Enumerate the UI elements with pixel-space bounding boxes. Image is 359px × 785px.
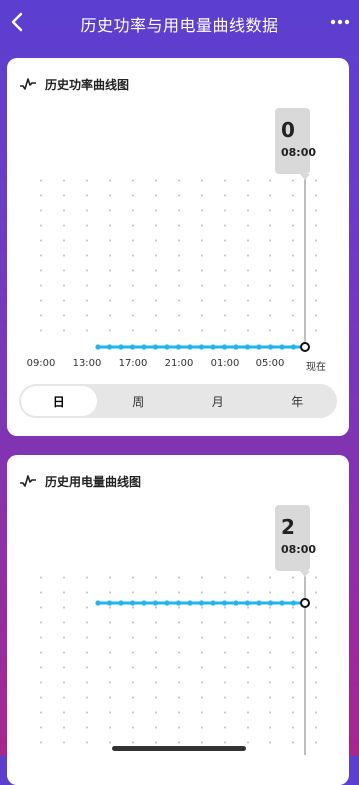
data-point: [164, 344, 170, 350]
energy-tooltip: 2 08:00: [275, 505, 316, 571]
power-tooltip-pointer: [300, 174, 310, 180]
data-point: [152, 344, 159, 350]
selected-data-point[interactable]: [300, 598, 310, 608]
data-point: [233, 600, 239, 606]
tab-option[interactable]: 日: [21, 386, 97, 416]
data-point: [221, 600, 228, 606]
data-point: [152, 600, 159, 606]
energy-chart-card: 历史用电量曲线图 2 08:00: [7, 455, 349, 785]
energy-tooltip-pointer: [300, 571, 310, 577]
data-point: [141, 600, 147, 606]
data-point: [187, 344, 193, 350]
power-x-axis-labels: 09:00 13:00 17:00 21:00 01:00 05:00 现在: [7, 358, 349, 374]
data-point: [290, 600, 297, 606]
x-tick-label: 现在: [306, 362, 326, 373]
data-point: [267, 600, 274, 606]
data-point: [95, 600, 101, 606]
data-point: [279, 344, 285, 350]
x-tick-label: 09:00: [26, 358, 56, 369]
selected-data-point[interactable]: [300, 342, 310, 352]
data-point: [164, 600, 170, 606]
data-point: [244, 344, 251, 350]
data-point: [210, 600, 216, 606]
data-point: [256, 600, 262, 606]
energy-tooltip-value: 2: [281, 515, 295, 539]
data-point: [175, 344, 182, 350]
data-point: [106, 600, 113, 606]
power-tooltip-time: 08:00: [281, 146, 317, 159]
data-point: [118, 344, 124, 350]
home-indicator[interactable]: [112, 746, 246, 751]
more-options-icon[interactable]: [327, 10, 353, 34]
data-point: [118, 600, 124, 606]
x-tick-label: 21:00: [164, 358, 194, 369]
energy-line-chart[interactable]: [7, 455, 349, 755]
x-tick-label: 17:00: [118, 358, 148, 369]
data-point: [279, 600, 285, 606]
data-point: [256, 344, 262, 350]
data-point: [267, 344, 274, 350]
data-point: [221, 344, 228, 350]
power-tooltip: 0 08:00: [275, 108, 316, 174]
data-point: [141, 344, 147, 350]
data-point: [129, 600, 136, 606]
data-point: [210, 344, 216, 350]
x-tick-label: 01:00: [210, 358, 240, 369]
energy-tooltip-time: 08:00: [281, 543, 317, 556]
data-point: [175, 600, 182, 606]
page-title: 历史功率与用电量曲线数据: [80, 16, 279, 35]
data-point: [198, 344, 205, 350]
x-tick-label: 13:00: [72, 358, 102, 369]
power-chart-card: 历史功率曲线图 0 08:00 09:00 13:00 17:00 21:00 01:0…: [7, 58, 349, 436]
period-segmented-control[interactable]: 日周月年: [19, 384, 337, 418]
tab-option[interactable]: 年: [260, 386, 336, 416]
power-tooltip-value: 0: [281, 118, 295, 142]
data-point: [187, 600, 193, 606]
data-point: [106, 344, 113, 350]
power-line-chart[interactable]: [7, 58, 349, 358]
data-point: [95, 344, 101, 350]
data-point: [290, 344, 297, 350]
x-tick-label: 05:00: [255, 358, 285, 369]
tab-option[interactable]: 周: [101, 386, 177, 416]
data-point: [198, 600, 205, 606]
top-bar: 历史功率与用电量曲线数据: [0, 0, 359, 46]
data-point: [129, 344, 136, 350]
data-point: [244, 600, 251, 606]
tab-option[interactable]: 月: [180, 386, 256, 416]
data-point: [233, 344, 239, 350]
